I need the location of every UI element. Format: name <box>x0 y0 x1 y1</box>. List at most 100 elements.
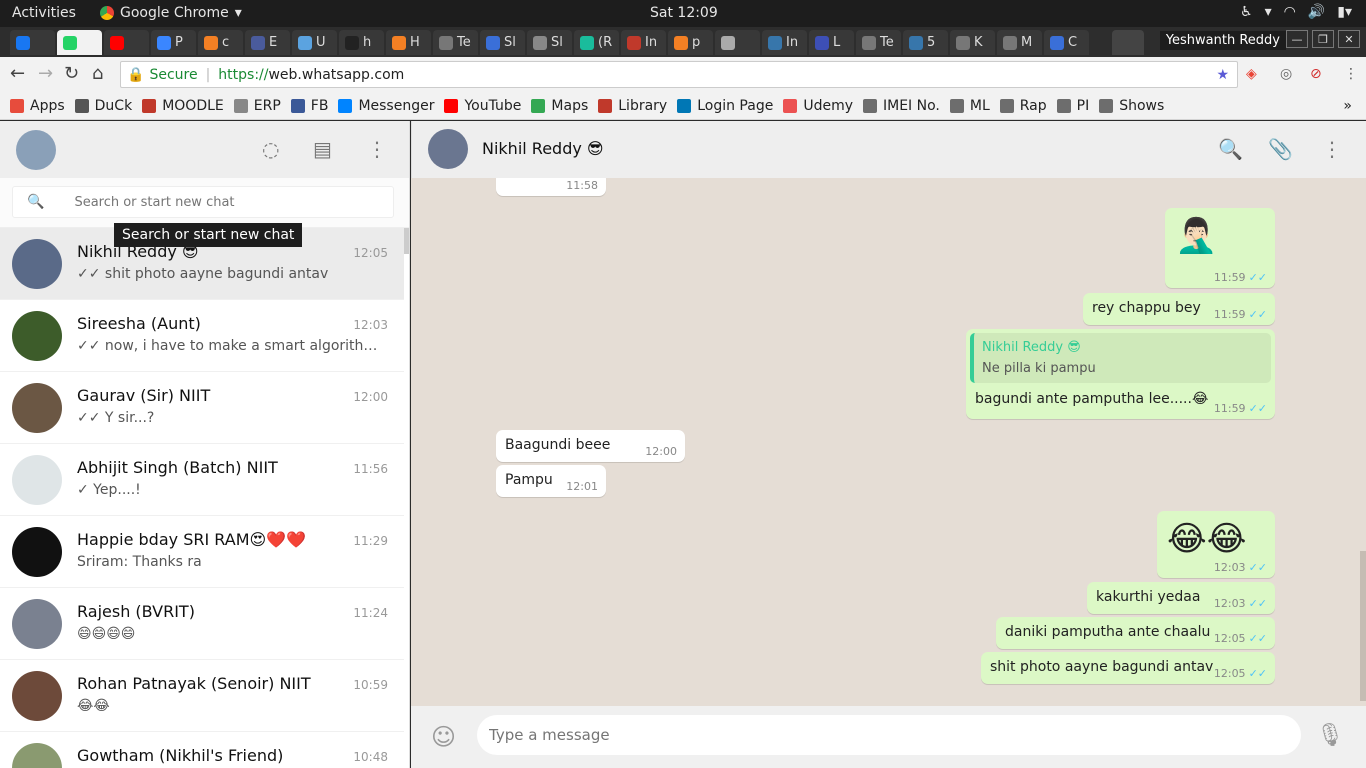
bookmark-item[interactable]: MOODLE <box>142 98 224 114</box>
chat-list-item[interactable]: Sireesha (Aunt) 12:03 ✓✓ now, i have to ma… <box>0 300 404 372</box>
sidebar-scrollbar[interactable] <box>404 228 409 254</box>
chat-list-item[interactable]: Gaurav (Sir) NIIT 12:00 ✓✓ Y sir...? <box>0 372 404 444</box>
outgoing-message[interactable]: shit photo aayne bagundi antav 12:05 ✓✓ <box>981 652 1275 684</box>
reload-icon[interactable]: ↻ <box>64 63 79 84</box>
bookmark-item[interactable]: YouTube <box>444 98 521 114</box>
browser-tab[interactable]: In <box>621 30 666 55</box>
search-icon[interactable]: 🔍 <box>1218 137 1243 161</box>
activities-button[interactable]: Activities <box>12 5 76 21</box>
browser-tab[interactable]: L <box>809 30 854 55</box>
outgoing-message[interactable]: kakurthi yedaa 12:03 ✓✓ <box>1087 582 1275 614</box>
bookmark-star-icon[interactable]: ★ <box>1216 67 1229 83</box>
browser-tab[interactable]: E <box>245 30 290 55</box>
browser-tab[interactable] <box>715 30 760 55</box>
incoming-message[interactable]: Pampu 12:01 <box>496 465 606 497</box>
wifi-icon[interactable]: ◠ <box>1284 4 1296 20</box>
bookmark-item[interactable]: Shows <box>1099 98 1164 114</box>
outgoing-message[interactable]: daniki pamputha ante chaalu 12:05 ✓✓ <box>996 617 1275 649</box>
bookmark-item[interactable]: Apps <box>10 98 65 114</box>
chat-list-item[interactable]: Rajesh (BVRIT) 11:24 😄😄😄😄 <box>0 588 404 660</box>
close-icon[interactable]: ✕ <box>1338 30 1360 48</box>
emoji-icon[interactable]: ☺ <box>431 723 456 751</box>
system-tray[interactable]: ♿ ▾ ◠ 🔊 ▮▾ <box>1240 4 1352 20</box>
browser-tab[interactable]: Sl <box>480 30 525 55</box>
browser-tab[interactable]: Sl <box>527 30 572 55</box>
chat-list-item[interactable]: Gowtham (Nikhil's Friend) 10:48 <box>0 732 404 768</box>
browser-tab[interactable]: K <box>950 30 995 55</box>
conversation-scrollbar[interactable] <box>1360 551 1366 701</box>
incoming-message[interactable]: Baagundi beee 12:00 <box>496 430 685 462</box>
chevron-right-icon[interactable]: » <box>1343 98 1352 114</box>
bookmark-item[interactable]: Library <box>598 98 667 114</box>
back-icon[interactable]: ← <box>10 63 25 84</box>
browser-menu-icon[interactable]: ⋮ <box>1344 66 1358 82</box>
maximize-icon[interactable]: ❐ <box>1312 30 1334 48</box>
outgoing-message[interactable]: 🤦🏻‍♂️ 11:59 ✓✓ <box>1165 208 1275 288</box>
paperclip-icon[interactable]: 📎 <box>1268 137 1293 161</box>
bookmark-item[interactable]: Messenger <box>338 98 434 114</box>
minimize-icon[interactable]: — <box>1286 30 1308 48</box>
browser-tab[interactable]: M <box>997 30 1042 55</box>
bookmark-item[interactable]: DuCk <box>74 98 132 114</box>
browser-tab[interactable]: H <box>386 30 431 55</box>
browser-tab[interactable]: (R <box>574 30 619 55</box>
browser-tab[interactable]: P <box>151 30 196 55</box>
app-menu[interactable]: Google Chrome ▾ <box>100 5 242 21</box>
bookmark-item[interactable]: Login Page <box>677 98 773 114</box>
search-input[interactable] <box>74 194 375 210</box>
battery-icon[interactable]: ▮▾ <box>1337 4 1352 20</box>
bookmark-item[interactable]: PI <box>1056 98 1089 114</box>
bookmark-item[interactable]: Maps <box>531 98 588 114</box>
chat-list-item[interactable]: Abhijit Singh (Batch) NIIT 11:56 ✓ Yep....… <box>0 444 404 516</box>
bookmark-item[interactable]: IMEI No. <box>863 98 940 114</box>
home-icon[interactable]: ⌂ <box>92 63 103 84</box>
browser-tab[interactable] <box>57 30 102 55</box>
incoming-message[interactable]: 11:58 <box>496 178 606 196</box>
browser-tab[interactable]: C <box>1044 30 1089 55</box>
new-tab-button[interactable] <box>1112 30 1144 55</box>
volume-icon[interactable]: 🔊 <box>1308 4 1325 20</box>
browser-tab[interactable]: 5 <box>903 30 948 55</box>
clock[interactable]: Sat 12:09 <box>650 5 718 21</box>
address-bar[interactable]: 🔒 Secure | https:// web.whatsapp.com ★ <box>120 61 1238 88</box>
microphone-icon[interactable]: 🎙 <box>1316 723 1344 748</box>
outgoing-message[interactable]: rey chappu bey 11:59 ✓✓ <box>1083 293 1275 325</box>
extension-icon[interactable]: ◈ <box>1246 66 1257 82</box>
browser-tab[interactable] <box>104 30 149 55</box>
bookmark-item[interactable]: Rap <box>999 98 1047 114</box>
browser-tab[interactable]: Te <box>856 30 901 55</box>
new-chat-icon[interactable]: ▤ <box>313 137 332 161</box>
browser-tab[interactable]: h <box>339 30 384 55</box>
message-text: Pampu <box>505 472 553 488</box>
bookmark-item[interactable]: Udemy <box>783 98 853 114</box>
browser-tab[interactable]: Te <box>433 30 478 55</box>
browser-tab[interactable]: p <box>668 30 713 55</box>
chat-list-item[interactable]: Happie bday SRI RAM😍❤️❤️ 11:29 Sriram: Tha… <box>0 516 404 588</box>
extension-icon[interactable]: ◎ <box>1280 66 1292 82</box>
status-icon[interactable]: ◌ <box>262 137 279 161</box>
outgoing-message[interactable]: 😂😂 12:03 ✓✓ <box>1157 511 1275 578</box>
chat-list-item[interactable]: Rohan Patnayak (Senoir) NIIT 10:59 😂😂 <box>0 660 404 732</box>
avatar[interactable] <box>428 129 468 169</box>
bookmark-item[interactable]: ML <box>949 98 990 114</box>
outgoing-message[interactable]: Nikhil Reddy 😎 Ne pilla ki pampu bagundi a… <box>966 329 1275 419</box>
forward-icon[interactable]: → <box>38 63 53 84</box>
accessibility-icon[interactable]: ♿ <box>1240 4 1253 20</box>
message-input[interactable] <box>477 715 1301 755</box>
menu-dots-icon[interactable]: ⋮ <box>367 137 387 161</box>
profile-name[interactable]: Yeshwanth Reddy <box>1159 31 1286 50</box>
contact-name[interactable]: Nikhil Reddy 😎 <box>482 139 604 158</box>
bookmark-item[interactable]: FB <box>290 98 328 114</box>
chevron-down-icon[interactable]: ▾ <box>1265 4 1272 20</box>
browser-tab[interactable]: In <box>762 30 807 55</box>
bookmark-item[interactable]: ERP <box>233 98 281 114</box>
browser-tab[interactable]: c <box>198 30 243 55</box>
browser-tab[interactable] <box>10 30 55 55</box>
conversation-header[interactable]: Nikhil Reddy 😎 🔍 📎 ⋮ <box>411 121 1366 178</box>
menu-dots-icon[interactable]: ⋮ <box>1322 137 1342 161</box>
extension-icon[interactable]: ⊘ <box>1310 66 1322 82</box>
avatar[interactable] <box>16 130 56 170</box>
search-box[interactable]: 🔍 <box>12 186 394 218</box>
quoted-message[interactable]: Nikhil Reddy 😎 Ne pilla ki pampu <box>970 333 1271 383</box>
browser-tab[interactable]: U <box>292 30 337 55</box>
